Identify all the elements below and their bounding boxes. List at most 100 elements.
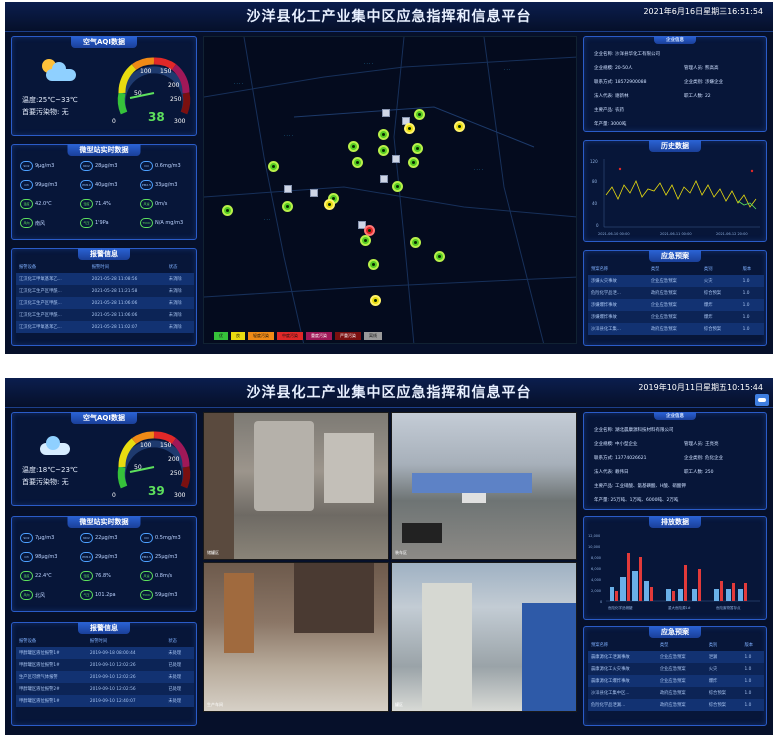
table-cell: 危险化学品泄... xyxy=(591,291,621,296)
table-row[interactable]: 江汉化工甲氧基苯乙... 2021-05-28 11:02:07 未消除 xyxy=(16,321,194,333)
table-cell: 政府应急预案 xyxy=(650,291,677,296)
table-cell: 政府应急预案 xyxy=(659,703,686,708)
station-marker[interactable] xyxy=(268,161,279,172)
station-marker[interactable] xyxy=(348,141,359,152)
sensor-reading: NO2 22μg/m3 xyxy=(80,533,117,543)
station-marker[interactable] xyxy=(378,145,389,156)
sensor-value: 南风 xyxy=(35,220,46,227)
enterprise-type: 企业类别: 危化企业 xyxy=(684,456,723,461)
temperature-label: 温度:25℃~33℃ xyxy=(22,96,78,104)
station-marker[interactable] xyxy=(408,157,419,168)
table-row[interactable]: 晨康源化工泄漏事故 企业应急预案 泄漏 1.0 xyxy=(588,651,764,663)
datetime: 2019年10月11日星期五10:15:44 xyxy=(638,383,763,392)
table-cell: 已处理 xyxy=(168,687,182,692)
map-label: · · · · xyxy=(474,167,483,172)
alarm-table: 报警设备 报警时间 状态 江汉化工甲氧基苯乙... 2021-05-28 11:0… xyxy=(16,261,194,333)
threshold-marker xyxy=(618,167,622,171)
table-row[interactable]: 晨康源化工火灾事故 企业应急预案 火灾 1.0 xyxy=(588,663,764,675)
sensor-value: 42.0℃ xyxy=(35,201,52,207)
enterprise-staff: 职工人数: 22 xyxy=(684,94,711,99)
cloud-icon xyxy=(40,436,70,455)
enterprise-output: 年产量: 25万吨、1万吨、6000吨、2万吨 xyxy=(594,498,679,503)
table-row[interactable]: 江汉化工生产区甲酰... 2021-05-28 11:21:58 未消除 xyxy=(16,285,194,297)
station-marker[interactable] xyxy=(222,205,233,216)
col-header: 类型 xyxy=(659,643,669,648)
sensor-reading: CO 0.6mg/m3 xyxy=(140,161,181,171)
enterprise-output: 年产量: 3000吨 xyxy=(594,122,627,127)
table-cell: 涉嫌火灾事故 xyxy=(591,279,617,284)
station-marker[interactable] xyxy=(282,201,293,212)
table-row[interactable]: 甲醇罐区液位报警1# 2019-09-18 08:00:44 未处理 xyxy=(16,647,194,659)
col-header: 报警时间 xyxy=(91,265,109,270)
table-cell: 企业应急预案 xyxy=(650,315,677,320)
roof-shape xyxy=(412,473,532,493)
station-marker[interactable] xyxy=(352,157,363,168)
col-header: 状态 xyxy=(168,639,177,644)
station-marker[interactable] xyxy=(360,235,371,246)
map-view[interactable]: · · · · · · · · · · · · · · · · · · · · … xyxy=(203,36,577,344)
legend-item: 重度污染 xyxy=(306,332,332,340)
weather-toggle-button[interactable] xyxy=(755,394,769,406)
station-marker[interactable] xyxy=(370,295,381,306)
station-marker[interactable] xyxy=(410,237,421,248)
sensor-icon: SO2 xyxy=(20,533,33,543)
y-tick: 120 xyxy=(590,159,598,164)
table-row[interactable]: 危险化学品泄漏... 政府应急预案 综合预案 1.0 xyxy=(588,699,764,711)
enterprise-panel: 企业信息 企业名称: 沙洋县华化工有限公司 企业规模: 20-50人 管理人员:… xyxy=(583,36,767,132)
table-row[interactable]: 涉嫌火灾事故 企业应急预案 火灾 1.0 xyxy=(588,275,764,287)
enterprise-staff: 职工人数: 250 xyxy=(684,470,714,475)
bar xyxy=(720,581,723,601)
table-row[interactable]: 沙洋县化工集... 政府应急预案 综合预案 1.0 xyxy=(588,323,764,335)
station-marker[interactable] xyxy=(434,251,445,262)
bar xyxy=(639,557,642,601)
table-row[interactable]: 生产区可燃气体报警 2019-09-10 12:02:26 未处理 xyxy=(16,671,194,683)
sensor-icon: PM10 xyxy=(80,180,93,190)
camera-feed[interactable]: 生产车间 xyxy=(203,562,389,712)
table-row[interactable]: 涉嫌爆炸事故 企业应急预案 爆炸 1.0 xyxy=(588,299,764,311)
camera-feed[interactable]: 装车区 xyxy=(391,412,577,560)
table-cell: 火灾 xyxy=(703,279,713,284)
camera-feed[interactable]: 罐区 xyxy=(391,562,577,712)
sensor-icon: 温度 xyxy=(20,571,33,581)
sensor-icon: 气压 xyxy=(80,218,93,228)
sensor-value: 99μg/m3 xyxy=(35,182,58,188)
legend-item: 轻度污染 xyxy=(248,332,274,340)
table-row[interactable]: 晨康源化工爆炸事故 企业应急预案 爆炸 1.0 xyxy=(588,675,764,687)
table-row[interactable]: 沙洋县化工集中区... 政府应急预案 综合预案 1.0 xyxy=(588,687,764,699)
table-cell: 甲醇罐区液位报警2# xyxy=(19,687,60,692)
col-header: 类别 xyxy=(703,267,713,272)
table-row[interactable]: 江汉化工生产区甲酰... 2021-05-28 11:06:06 未消除 xyxy=(16,309,194,321)
station-marker[interactable] xyxy=(392,181,403,192)
table-cell: 爆炸 xyxy=(708,679,718,684)
panel-title: 微型站实时数据 xyxy=(67,144,141,156)
station-marker[interactable] xyxy=(378,129,389,140)
camera-label: 装车区 xyxy=(395,550,407,555)
table-row[interactable]: 甲醇罐区液位报警1# 2019-09-10 12:40:07 未处理 xyxy=(16,695,194,707)
plans-panel: 应急预案 预案名称 类型 类别 版本 涉嫌火灾事故 企业应急预案 火灾 1.0 危险化学… xyxy=(583,250,767,346)
y-tick: 80 xyxy=(592,179,598,184)
table-cell: 江汉化工甲氧基苯乙... xyxy=(19,325,62,330)
table-row[interactable]: 危险化学品泄... 政府应急预案 综合预案 1.0 xyxy=(588,287,764,299)
station-marker[interactable] xyxy=(404,123,415,134)
sensor-reading: PM10 40μg/m3 xyxy=(80,180,117,190)
station-marker[interactable] xyxy=(368,259,379,270)
vehicle-shape xyxy=(402,523,442,543)
table-row[interactable]: 江汉化工甲氧基苯乙... 2021-05-28 11:08:56 未消除 xyxy=(16,273,194,285)
table-row[interactable]: 江汉化工生产区甲酰... 2021-05-28 11:06:06 未消除 xyxy=(16,297,194,309)
station-panel: 微型站实时数据 SO2 7μg/m3 NO2 22μg/m3 CO 0.5mg/m3 O3 9… xyxy=(11,516,197,612)
sensor-value: N/A mg/m3 xyxy=(155,220,184,226)
table-row[interactable]: 甲醇罐区液位报警1# 2019-09-10 12:02:26 已处理 xyxy=(16,659,194,671)
pollutant-label: 首要污染物: 无 xyxy=(22,478,69,486)
station-marker[interactable] xyxy=(324,199,335,210)
station-marker[interactable] xyxy=(412,143,423,154)
sensor-value: 0m/s xyxy=(155,201,168,207)
x-tick: 2021-06-12 20:00 xyxy=(716,232,748,236)
y-tick: 8,000 xyxy=(591,556,601,560)
camera-feed[interactable]: 储罐区 xyxy=(203,412,389,560)
map-roads xyxy=(204,37,576,343)
station-marker[interactable] xyxy=(454,121,465,132)
table-row[interactable]: 甲醇罐区液位报警2# 2019-09-10 12:02:56 已处理 xyxy=(16,683,194,695)
sensor-value: 29μg/m3 xyxy=(95,554,118,560)
table-row[interactable]: 涉嫌爆炸事故 企业应急预案 爆炸 1.0 xyxy=(588,311,764,323)
station-marker[interactable] xyxy=(414,109,425,120)
